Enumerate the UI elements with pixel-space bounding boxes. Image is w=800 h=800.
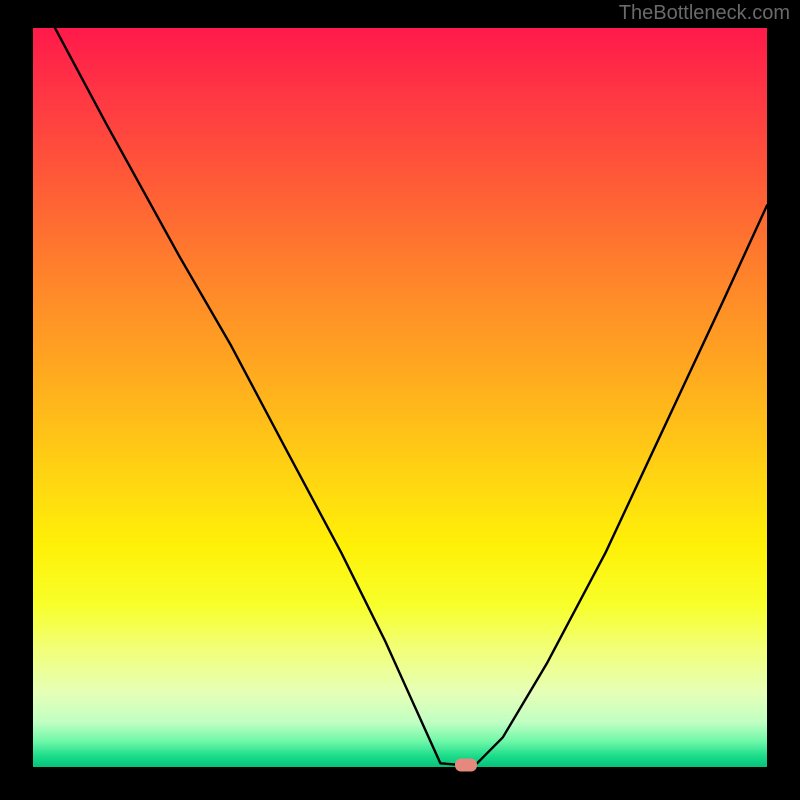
watermark-text: TheBottleneck.com — [619, 2, 790, 25]
chart-curve — [33, 28, 767, 767]
chart-container — [33, 28, 767, 767]
chart-minimum-marker — [455, 758, 477, 771]
